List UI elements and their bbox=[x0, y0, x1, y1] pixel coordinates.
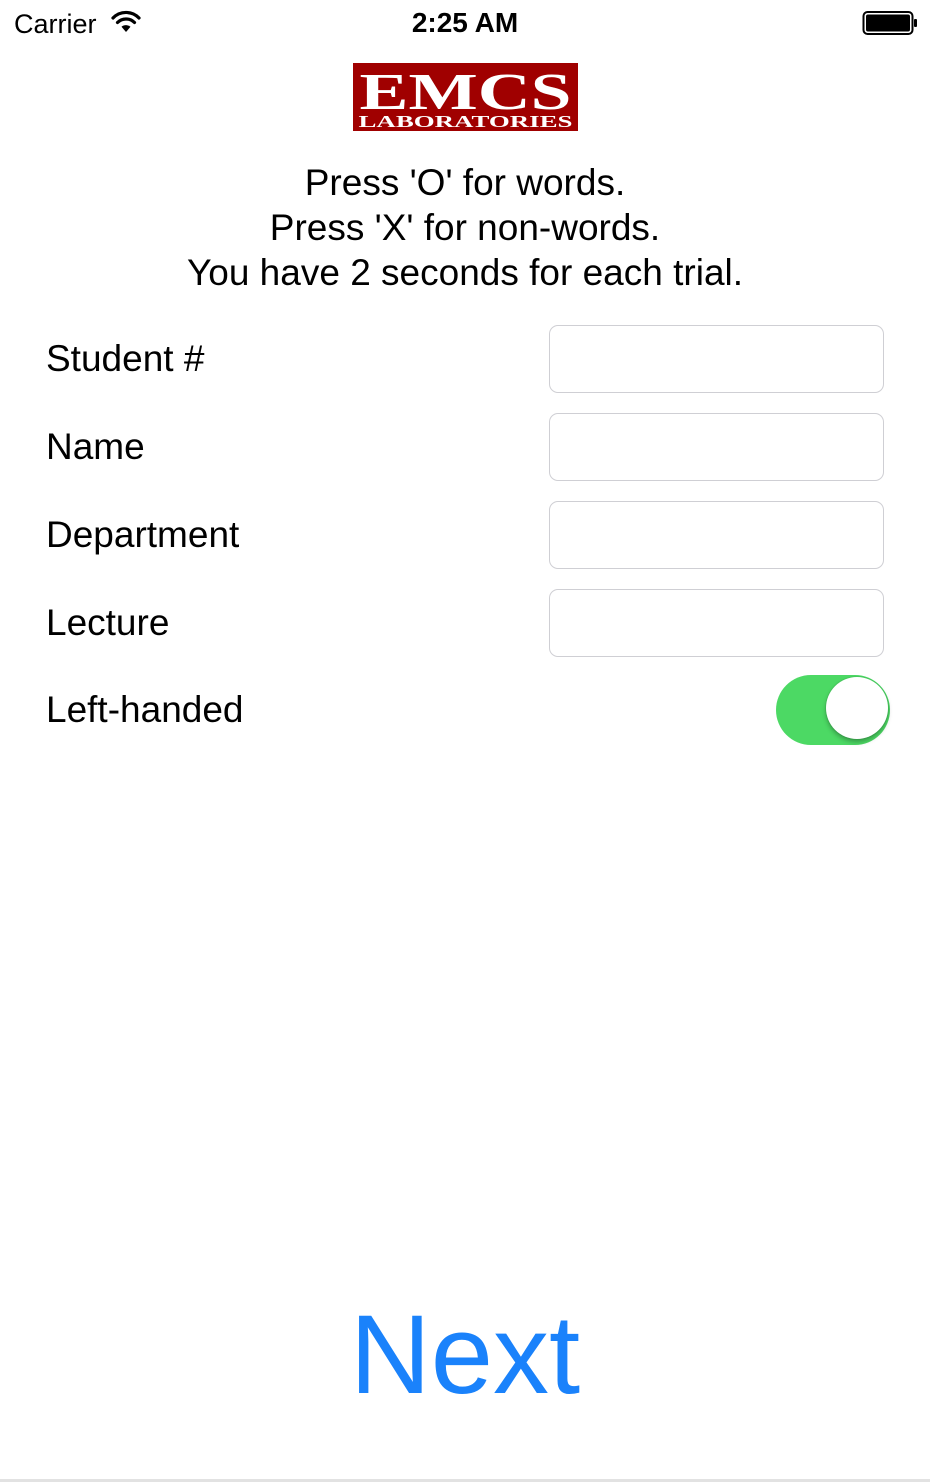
toggle-knob bbox=[826, 677, 888, 739]
emcs-logo: EMCS LABORATORIES bbox=[353, 63, 578, 131]
instruction-line-2: Press 'X' for non-words. bbox=[269, 207, 661, 248]
instruction-line-1: Press 'O' for words. bbox=[304, 162, 626, 203]
left-handed-toggle[interactable] bbox=[776, 675, 890, 745]
status-bar: Carrier 2:25 AM bbox=[0, 0, 930, 48]
name-label: Name bbox=[46, 426, 145, 467]
department-field[interactable] bbox=[549, 501, 884, 569]
status-time: 2:25 AM bbox=[411, 7, 519, 38]
name-field[interactable] bbox=[549, 413, 884, 481]
department-label: Department bbox=[46, 514, 240, 555]
lecture-field[interactable] bbox=[549, 589, 884, 657]
next-button[interactable]: Next bbox=[0, 1290, 930, 1420]
lecture-label: Lecture bbox=[46, 602, 170, 643]
instruction-line-3: You have 2 seconds for each trial. bbox=[186, 252, 744, 293]
logo-subtitle: LABORATORIES bbox=[359, 112, 573, 131]
instructions: Press 'O' for words. Press 'X' for non-w… bbox=[0, 160, 930, 295]
student-number-label: Student # bbox=[46, 338, 205, 379]
student-number-field[interactable] bbox=[549, 325, 884, 393]
battery-icon bbox=[862, 11, 917, 35]
left-handed-label: Left-handed bbox=[46, 689, 244, 730]
